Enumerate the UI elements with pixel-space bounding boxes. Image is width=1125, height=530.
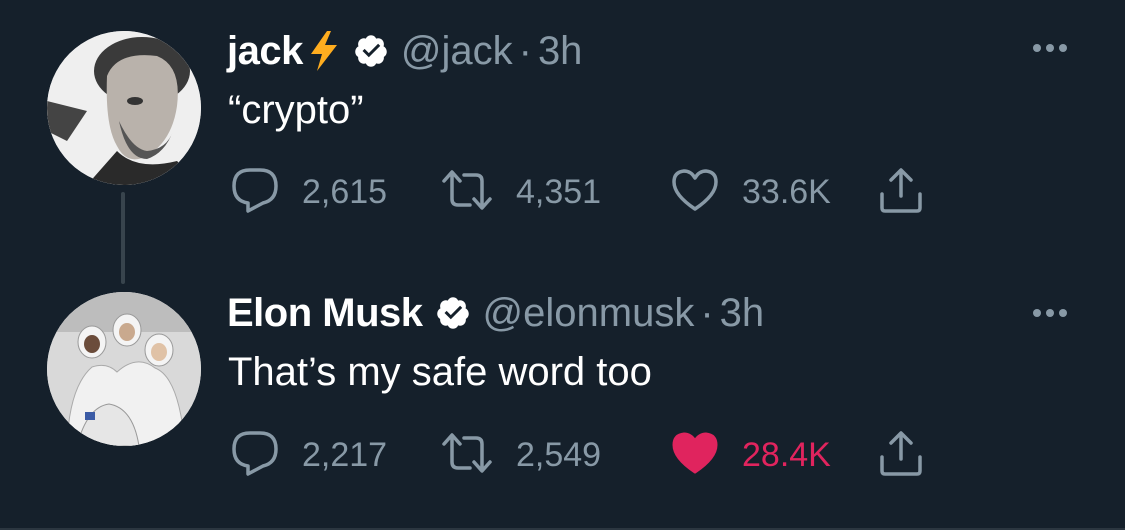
tweet-text: “crypto” (228, 88, 364, 132)
like-button[interactable]: 28.4K (670, 430, 876, 481)
speech-bubble-icon (230, 167, 280, 218)
retweet-button[interactable]: 4,351 (440, 167, 670, 218)
retweet-count: 2,549 (516, 436, 602, 474)
author-handle[interactable]: @jack (401, 29, 513, 74)
tweet-actions: 2,217 2,549 28.4K (230, 429, 926, 482)
author-handle[interactable]: @elonmusk (483, 291, 695, 336)
tweet-actions: 2,615 4,351 33.6K (230, 166, 926, 219)
share-button[interactable] (876, 429, 926, 482)
retweet-icon (440, 430, 494, 481)
retweet-button[interactable]: 2,549 (440, 430, 670, 481)
author-name[interactable]: Elon Musk (227, 291, 423, 336)
reply-button[interactable]: 2,615 (230, 167, 440, 218)
reply-count: 2,615 (302, 173, 388, 211)
tweet-header: Elon Musk @elonmusk · 3h (227, 290, 764, 336)
heart-icon (670, 430, 720, 481)
tweet-thread: jack @jack · 3h “crypto” 2,615 4,351 33.… (0, 0, 1125, 530)
like-count: 33.6K (742, 173, 831, 211)
verified-badge-icon (353, 33, 389, 69)
author-name[interactable]: jack (227, 29, 303, 74)
separator-dot: · (700, 290, 714, 335)
retweet-icon (440, 167, 494, 218)
tweet-header: jack @jack · 3h (227, 28, 582, 74)
tweet-timestamp[interactable]: 3h (538, 29, 583, 74)
share-icon (876, 429, 926, 482)
reply-count: 2,217 (302, 436, 388, 474)
separator-dot: · (518, 28, 532, 73)
tweet-elonmusk[interactable]: Elon Musk @elonmusk · 3h That’s my safe … (0, 265, 1125, 530)
more-dots-icon[interactable] (1033, 309, 1067, 317)
share-button[interactable] (876, 166, 926, 219)
tweet-jack[interactable]: jack @jack · 3h “crypto” 2,615 4,351 33.… (0, 0, 1125, 265)
verified-badge-icon (435, 295, 471, 331)
retweet-count: 4,351 (516, 173, 602, 211)
speech-bubble-icon (230, 430, 280, 481)
heart-icon (670, 167, 720, 218)
avatar-jack[interactable] (47, 31, 201, 185)
avatar-elonmusk[interactable] (47, 292, 201, 446)
share-icon (876, 166, 926, 219)
lightning-bolt-icon (307, 30, 341, 72)
like-button[interactable]: 33.6K (670, 167, 876, 218)
tweet-timestamp[interactable]: 3h (720, 291, 765, 336)
like-count: 28.4K (742, 436, 831, 474)
more-dots-icon[interactable] (1033, 44, 1067, 52)
tweet-text: That’s my safe word too (228, 350, 652, 394)
reply-button[interactable]: 2,217 (230, 430, 440, 481)
